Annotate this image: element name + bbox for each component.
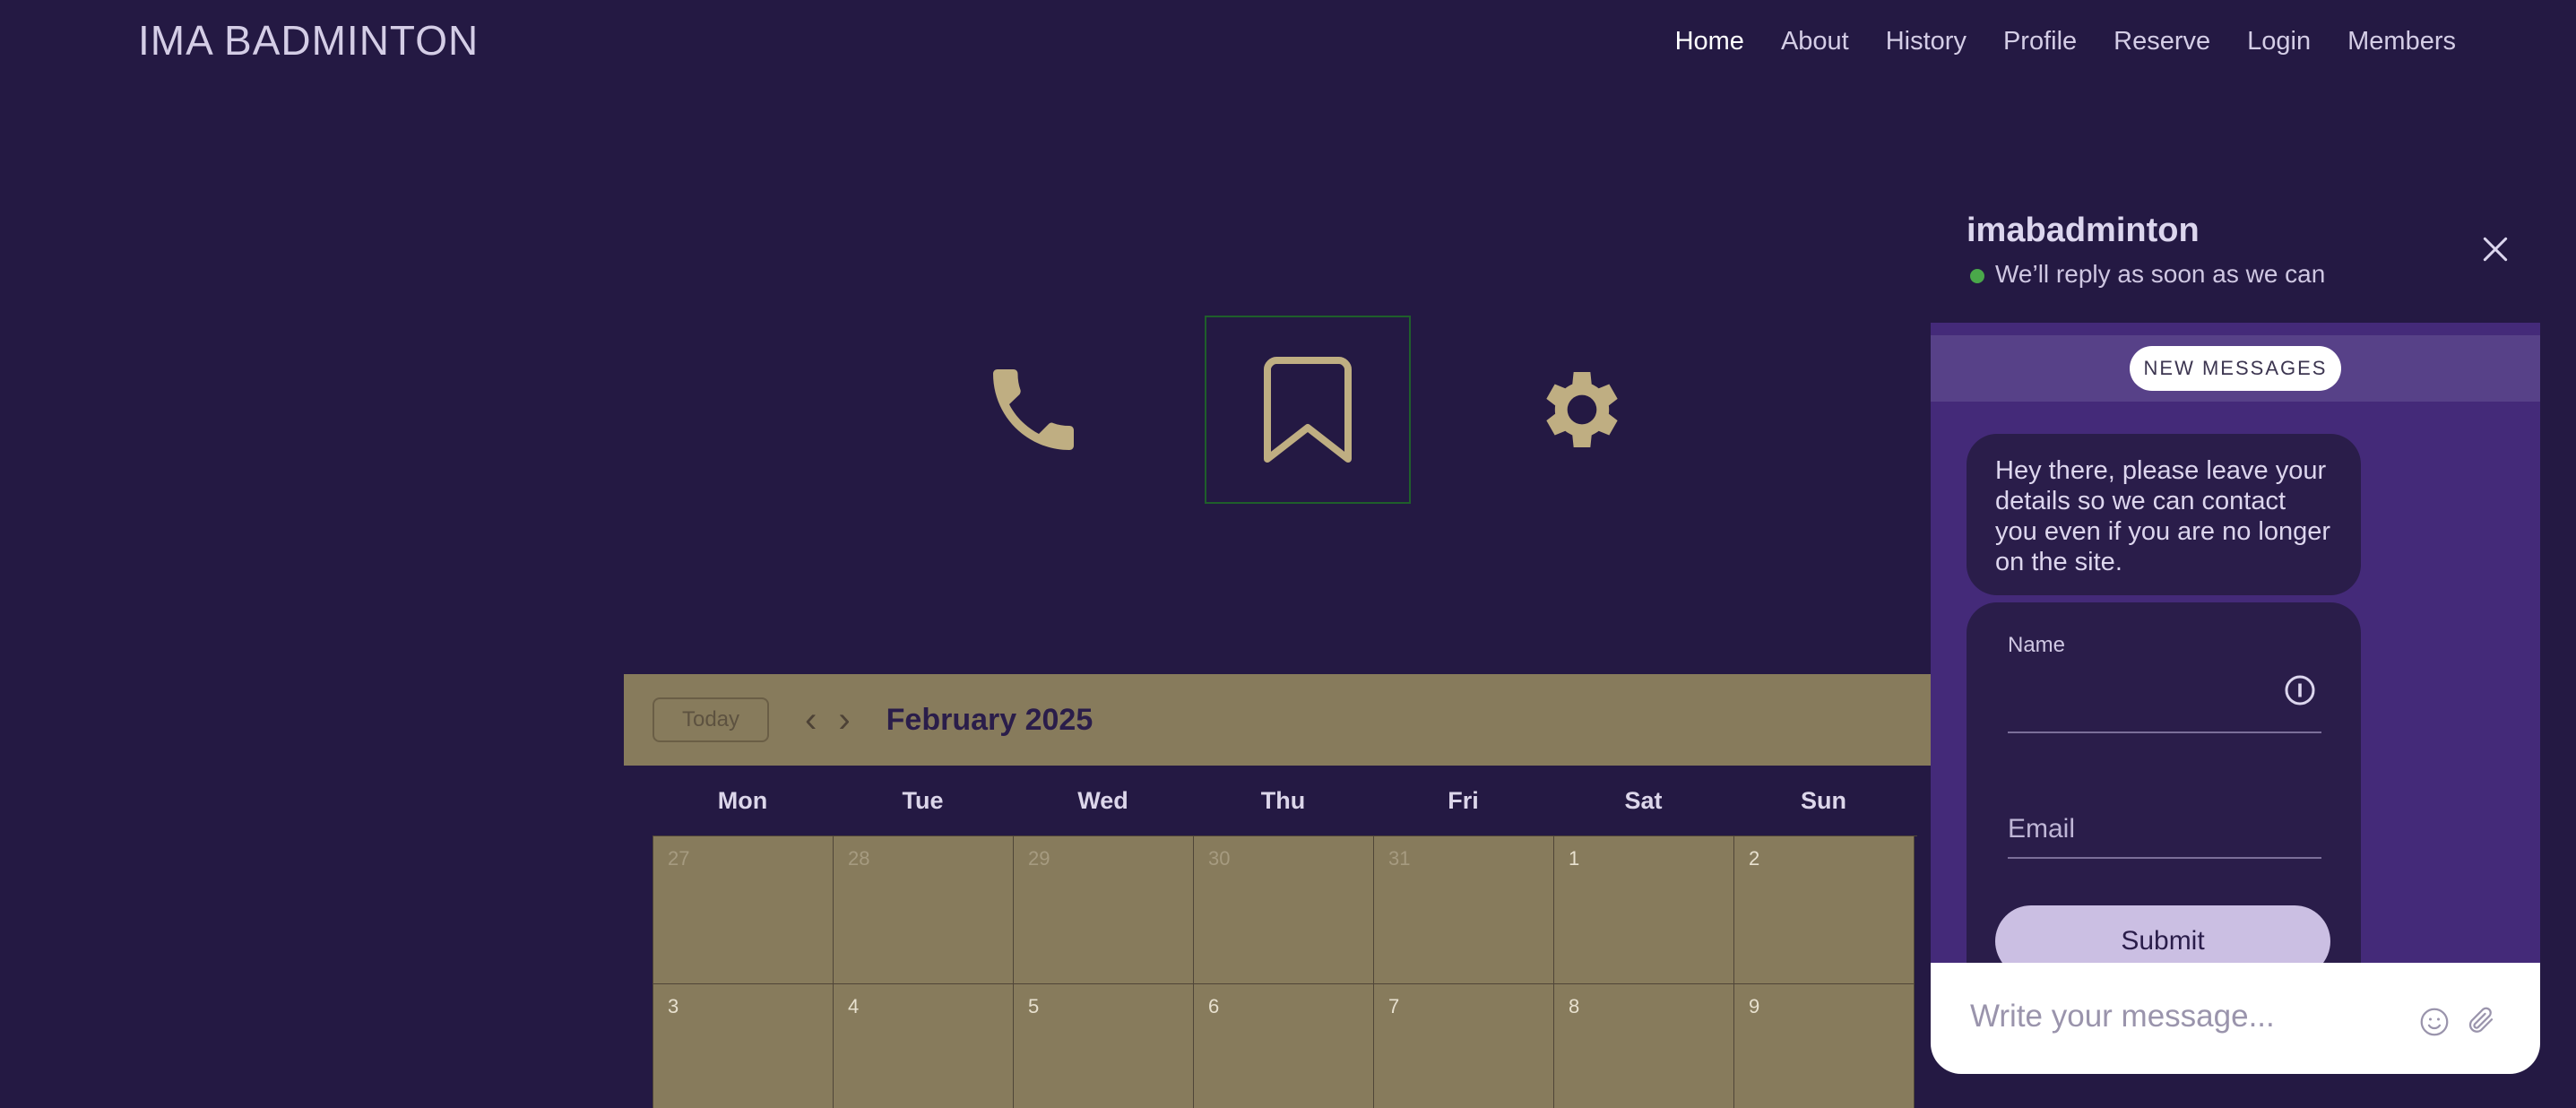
gear-icon-box[interactable] xyxy=(1481,317,1683,502)
calendar-day[interactable]: 27 xyxy=(653,836,834,984)
day-number: 6 xyxy=(1208,995,1220,1017)
calendar-day[interactable]: 5 xyxy=(1014,984,1194,1108)
calendar-day[interactable]: 9 xyxy=(1734,984,1915,1108)
calendar-day[interactable]: 8 xyxy=(1554,984,1734,1108)
chat-messages[interactable]: NEW MESSAGES Hey there, please leave you… xyxy=(1931,323,2540,963)
day-number: 2 xyxy=(1749,847,1760,870)
day-number: 3 xyxy=(668,995,679,1017)
bookmark-icon xyxy=(1264,357,1352,463)
weekday-header: Mon Tue Wed Thu Fri Sat Sun xyxy=(624,766,1932,835)
gear-icon xyxy=(1546,372,1618,447)
chat-agent-name: imabadminton xyxy=(1967,212,2200,249)
calendar-day[interactable]: 3 xyxy=(653,984,834,1108)
phone-icon xyxy=(993,369,1074,450)
calendar-day[interactable]: 1 xyxy=(1554,836,1734,984)
day-number: 28 xyxy=(848,847,870,870)
attachment-icon[interactable] xyxy=(2465,1004,2497,1036)
contact-form: Name Email Submit xyxy=(1967,602,2361,963)
calendar-grid: 27 28 29 30 31 1 2 3 4 5 6 7 8 9 xyxy=(653,835,1917,1108)
email-field-underline xyxy=(2008,857,2321,859)
weekday-label: Wed xyxy=(1077,786,1128,814)
weekday-label: Thu xyxy=(1260,786,1306,814)
weekday-label: Tue xyxy=(902,786,944,814)
nav-home[interactable]: Home xyxy=(1675,27,1744,56)
day-number: 30 xyxy=(1208,847,1231,870)
name-field-label: Name xyxy=(2008,633,2066,657)
calendar-day[interactable]: 28 xyxy=(834,836,1014,984)
message-input[interactable]: Write your message... xyxy=(1970,999,2275,1034)
day-number: 31 xyxy=(1388,847,1411,870)
message-composer: Write your message... xyxy=(1931,963,2540,1074)
day-number: 9 xyxy=(1749,995,1760,1017)
day-number: 8 xyxy=(1569,995,1580,1017)
nav-profile[interactable]: Profile xyxy=(2003,27,2077,56)
calendar-day[interactable]: 29 xyxy=(1014,836,1194,984)
day-number: 27 xyxy=(668,847,690,870)
calendar-day[interactable]: 7 xyxy=(1374,984,1554,1108)
new-messages-divider: NEW MESSAGES xyxy=(1931,335,2540,402)
new-messages-badge: NEW MESSAGES xyxy=(2130,346,2341,391)
close-icon[interactable] xyxy=(2477,231,2513,267)
main-nav: Home About History Profile Reserve Login… xyxy=(1638,27,2456,56)
nav-members[interactable]: Members xyxy=(2347,27,2456,56)
day-number: 5 xyxy=(1028,995,1040,1017)
feature-icons xyxy=(932,316,1755,504)
next-month-icon[interactable]: › xyxy=(838,702,850,738)
name-field[interactable] xyxy=(2008,731,2321,733)
weekday-label: Mon xyxy=(717,786,768,814)
calendar-week: 3 4 5 6 7 8 9 xyxy=(653,984,1917,1108)
weekday-label: Sat xyxy=(1624,786,1663,814)
calendar-month-title: February 2025 xyxy=(886,702,1094,737)
nav-history[interactable]: History xyxy=(1886,27,1967,56)
calendar-day[interactable]: 2 xyxy=(1734,836,1915,984)
calendar-toolbar: Today ‹ › February 2025 xyxy=(624,674,1932,766)
day-number: 7 xyxy=(1388,995,1400,1017)
calendar-week: 27 28 29 30 31 1 2 xyxy=(653,836,1917,984)
prev-month-icon[interactable]: ‹ xyxy=(805,702,817,738)
submit-button[interactable]: Submit xyxy=(1995,905,2330,963)
nav-login[interactable]: Login xyxy=(2247,27,2311,56)
nav-reserve[interactable]: Reserve xyxy=(2114,27,2210,56)
day-number: 1 xyxy=(1569,847,1580,870)
today-button[interactable]: Today xyxy=(653,697,769,742)
info-icon xyxy=(2285,675,2315,705)
email-field[interactable]: Email xyxy=(2008,814,2075,844)
calendar-day[interactable]: 31 xyxy=(1374,836,1554,984)
bookmark-icon-box[interactable] xyxy=(1205,316,1411,504)
booking-calendar: Today ‹ › February 2025 Mon Tue Wed Thu … xyxy=(624,674,1932,1108)
calendar-day[interactable]: 30 xyxy=(1194,836,1374,984)
weekday-label: Fri xyxy=(1448,786,1479,814)
phone-icon-box[interactable] xyxy=(932,317,1135,502)
chat-message-bubble: Hey there, please leave your details so … xyxy=(1967,434,2361,595)
day-number: 4 xyxy=(848,995,860,1017)
emoji-icon[interactable] xyxy=(2418,1006,2451,1038)
calendar-day[interactable]: 4 xyxy=(834,984,1014,1108)
weekday-label: Sun xyxy=(1801,786,1846,814)
calendar-day[interactable]: 6 xyxy=(1194,984,1374,1108)
day-number: 29 xyxy=(1028,847,1050,870)
nav-about[interactable]: About xyxy=(1781,27,1849,56)
chat-status-text: We’ll reply as soon as we can xyxy=(1995,260,2326,288)
online-status-icon xyxy=(1970,269,1984,283)
chat-header: imabadminton We’ll reply as soon as we c… xyxy=(1931,204,2540,323)
site-logo[interactable]: IMA BADMINTON xyxy=(138,16,479,65)
